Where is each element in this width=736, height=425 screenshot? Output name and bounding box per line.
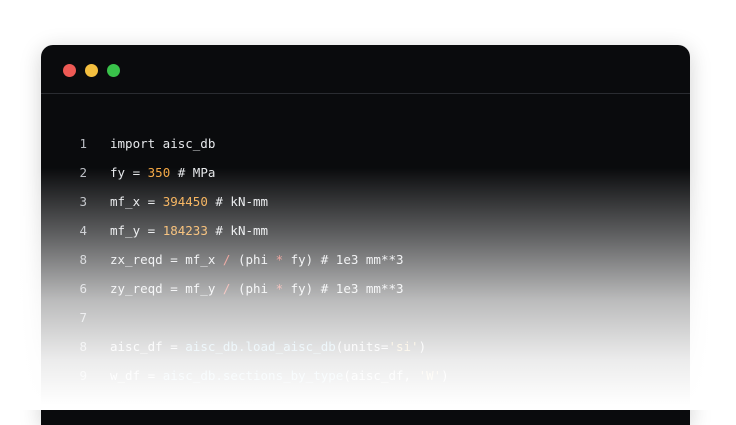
close-button[interactable]: [63, 64, 76, 77]
line-code: zy_reqd = mf_y / (phi * fy) # 1e3 mm**3: [110, 274, 404, 303]
code-token: # MPa: [170, 165, 216, 180]
code-window: 1 import aisc_db 2 fy = 350 # MPa 3 mf_x = 39…: [41, 45, 690, 425]
code-token: mf_y =: [110, 223, 163, 238]
code-token: (phi: [230, 281, 276, 296]
line-code: fy = 350 # MPa: [110, 158, 215, 187]
code-line: 8 zx_reqd = mf_x / (phi * fy) # 1e3 mm**3: [41, 245, 690, 274]
line-code: mf_y = 184233 # kN-mm: [110, 216, 268, 245]
line-number: 4: [79, 223, 87, 238]
code-token: *: [275, 252, 284, 267]
code-token: 'si': [388, 339, 419, 354]
line-number: 8: [79, 252, 87, 267]
line-code: mf_x = 394450 # kN-mm: [110, 187, 268, 216]
code-line: 2 fy = 350 # MPa: [41, 158, 690, 187]
minimize-button[interactable]: [85, 64, 98, 77]
code-line: 3 mf_x = 394450 # kN-mm: [41, 187, 690, 216]
line-code: aisc_df = aisc_db.load_aisc_db(units='si…: [110, 332, 426, 361]
code-block: 1 import aisc_db 2 fy = 350 # MPa 3 mf_x = 39…: [41, 129, 690, 390]
code-token: aisc_db.load_aisc_db: [185, 339, 336, 354]
code-token: 350: [147, 165, 171, 180]
code-token: w_df =: [110, 368, 163, 383]
code-line: 6 zy_reqd = mf_y / (phi * fy) # 1e3 mm**3: [41, 274, 690, 303]
line-number: 9: [79, 368, 87, 383]
line-number: 7: [79, 310, 87, 325]
code-token: *: [275, 281, 284, 296]
code-token: mf_x =: [110, 194, 163, 209]
code-token: 184233: [162, 223, 208, 238]
line-number: 6: [79, 281, 87, 296]
line-code: w_df = aisc_db.sections_by_type(aisc_df,…: [110, 361, 449, 390]
code-line: 7: [41, 303, 690, 332]
code-token: (aisc_df,: [343, 368, 419, 383]
code-token: fy =: [110, 165, 148, 180]
line-number: 8: [79, 339, 87, 354]
code-token: 394450: [162, 194, 208, 209]
code-line: 4 mf_y = 184233 # kN-mm: [41, 216, 690, 245]
code-token: (units=: [335, 339, 389, 354]
code-token: zx_reqd = mf_x: [110, 252, 223, 267]
code-line: 8 aisc_df = aisc_db.load_aisc_db(units='s…: [41, 332, 690, 361]
maximize-button[interactable]: [107, 64, 120, 77]
window-titlebar: [41, 45, 690, 94]
line-number: 2: [79, 165, 87, 180]
line-number: 3: [79, 194, 87, 209]
code-token: import aisc_db: [110, 136, 216, 151]
code-token: fy) # 1e3 mm**3: [283, 281, 404, 296]
code-token: (phi: [230, 252, 276, 267]
code-token: # kN-mm: [207, 223, 269, 238]
code-token: # kN-mm: [207, 194, 269, 209]
code-token: zy_reqd = mf_y: [110, 281, 223, 296]
code-token: 'W': [418, 368, 442, 383]
code-token: ): [441, 368, 449, 383]
code-token: aisc_df =: [110, 339, 186, 354]
line-number: 1: [79, 136, 87, 151]
line-code: import aisc_db: [110, 129, 215, 158]
code-token: ): [418, 339, 427, 354]
code-token: aisc_db.sections_by_type: [162, 368, 344, 383]
code-line: 1 import aisc_db: [41, 129, 690, 158]
line-code: zx_reqd = mf_x / (phi * fy) # 1e3 mm**3: [110, 245, 404, 274]
code-line: 9 w_df = aisc_db.sections_by_type(aisc_df…: [41, 361, 690, 390]
code-token: fy) # 1e3 mm**3: [283, 252, 404, 267]
